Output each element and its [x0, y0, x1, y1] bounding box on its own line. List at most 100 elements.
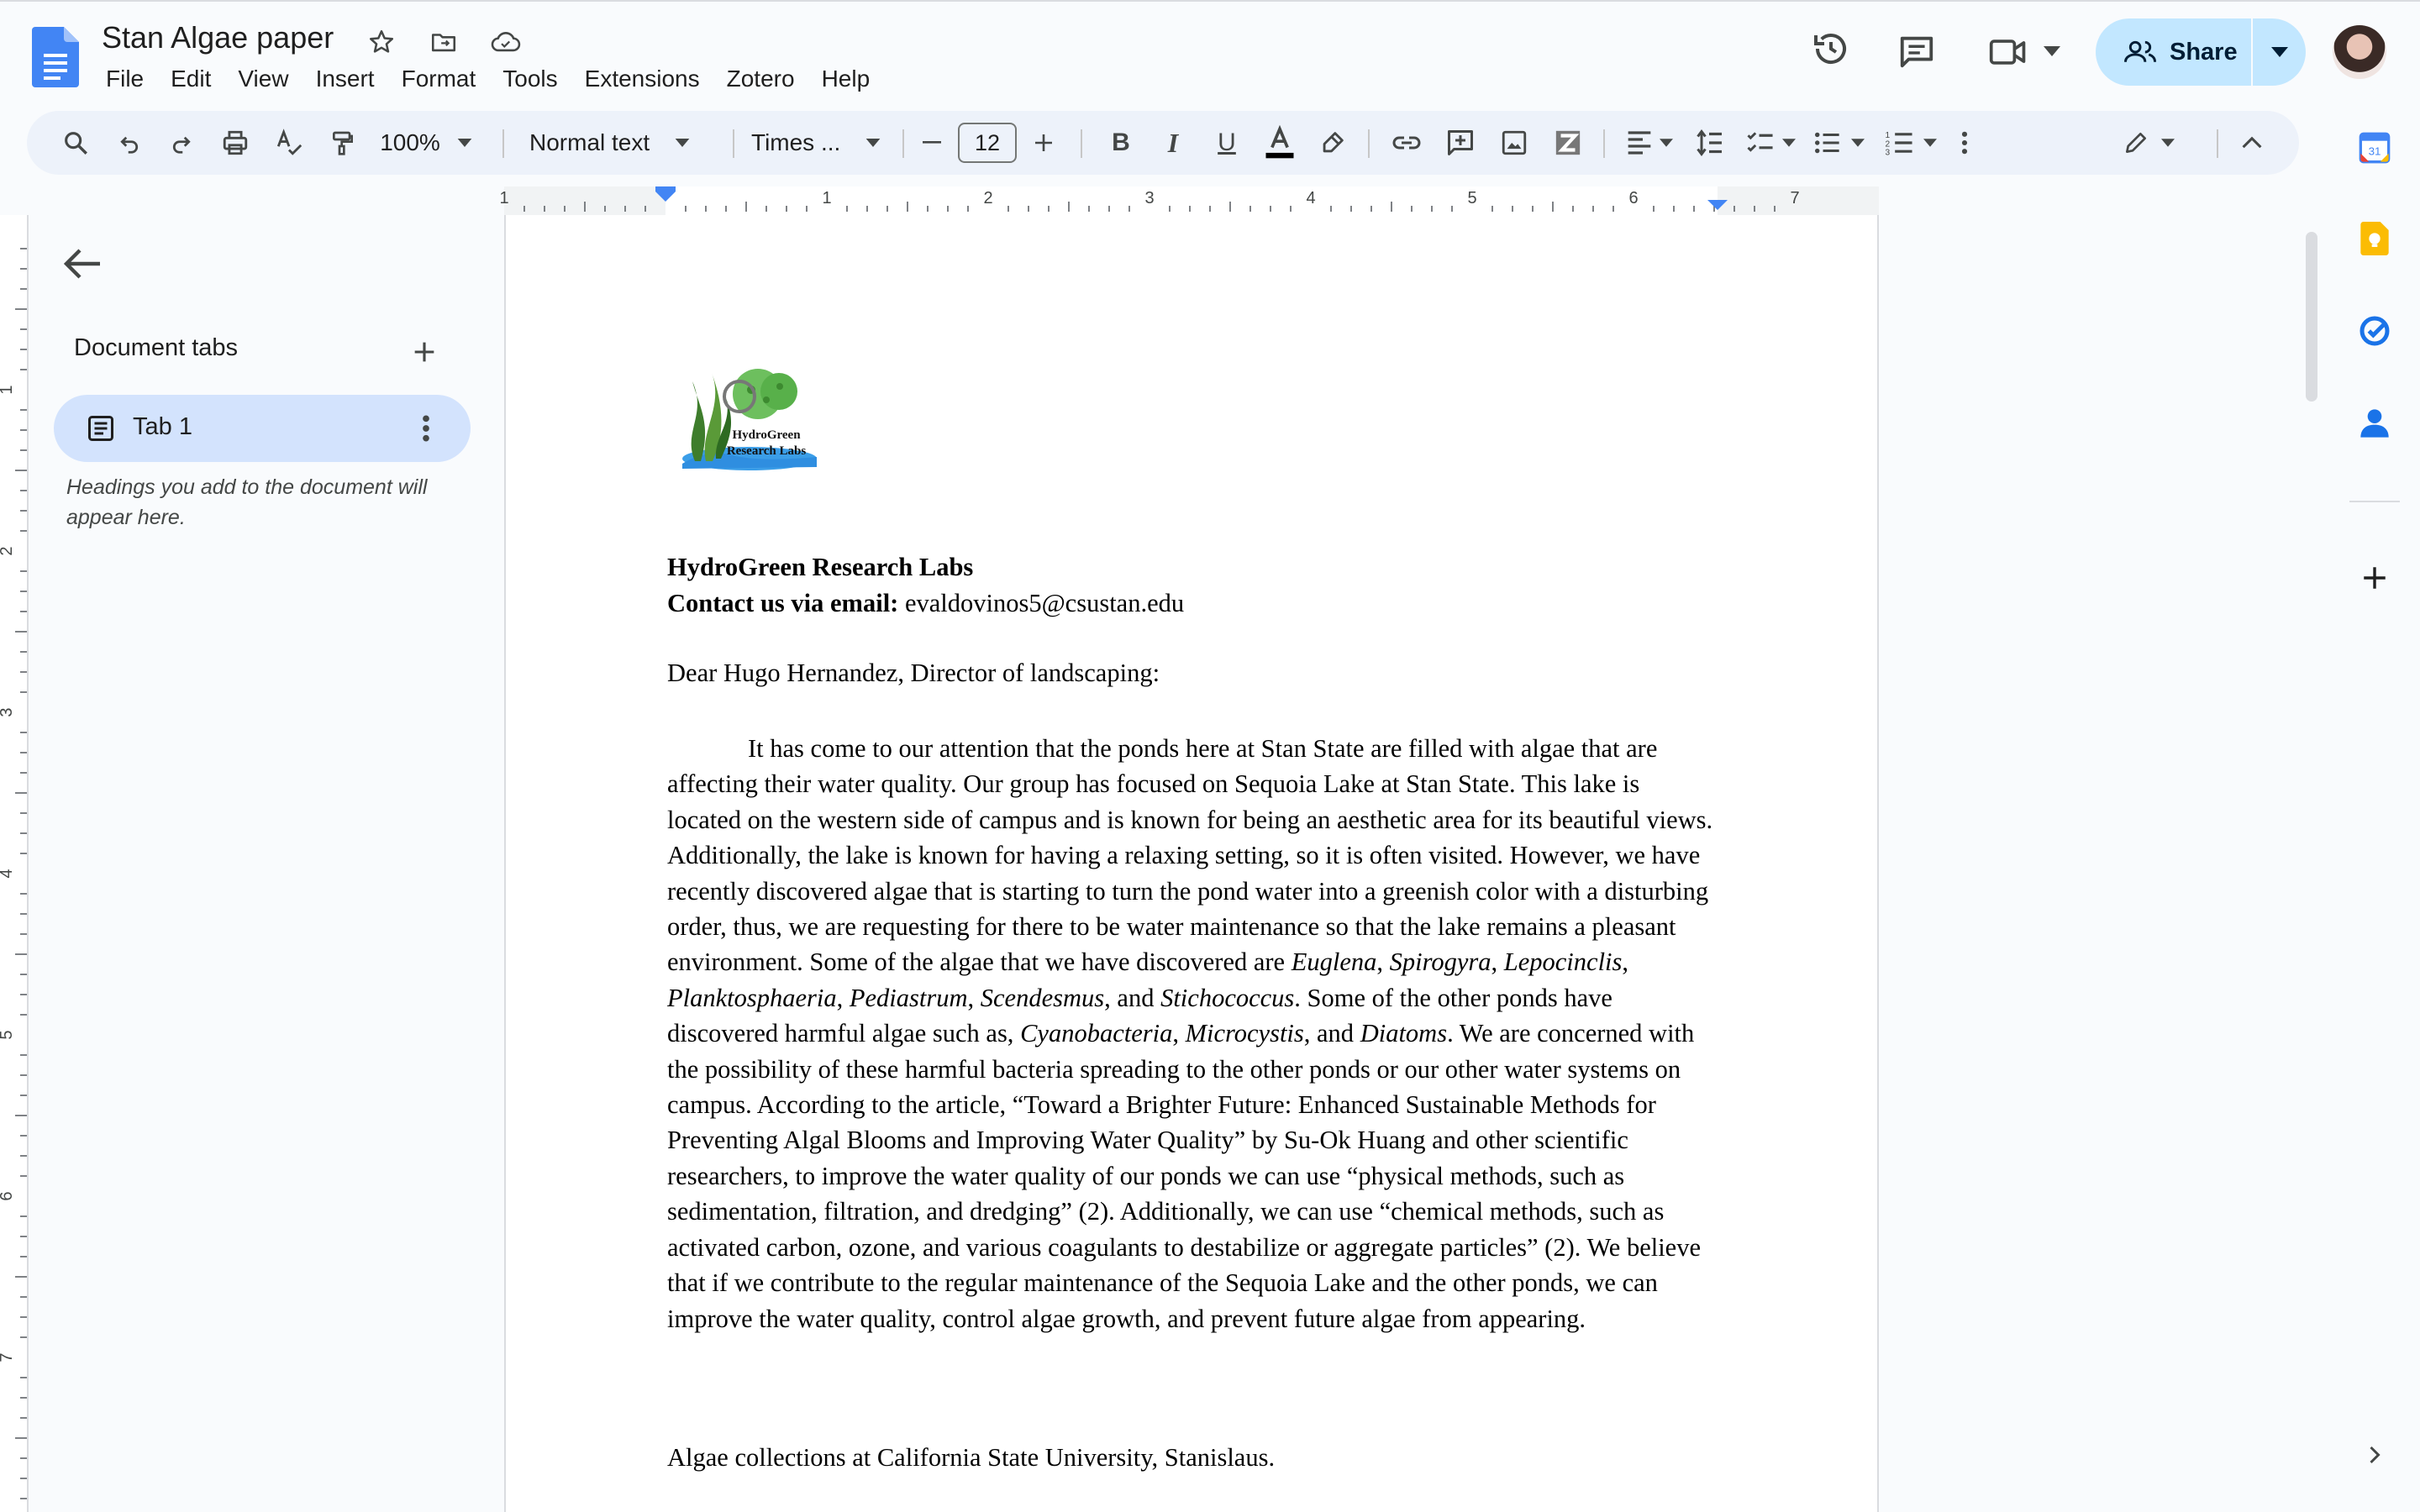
document-tabs-title: Document tabs: [74, 334, 239, 361]
zoom-value: 100%: [380, 129, 440, 155]
ruler-label: 4: [1306, 189, 1315, 207]
paragraph-text-1: It has come to our attention that the po…: [667, 734, 1713, 977]
undo-icon[interactable]: [109, 111, 150, 175]
comments-icon[interactable]: [1897, 32, 1936, 71]
menu-help[interactable]: Help: [808, 62, 884, 96]
tab-item-tab-1[interactable]: Tab 1: [54, 395, 471, 462]
menu-format[interactable]: Format: [388, 62, 490, 96]
insert-link-icon[interactable]: [1386, 111, 1427, 175]
search-menus-icon[interactable]: [55, 111, 96, 175]
panel-border: [27, 215, 29, 1512]
contact-email: evaldovinos5@csustan.edu: [898, 588, 1185, 617]
svg-text:Research Labs: Research Labs: [727, 444, 806, 458]
menu-file[interactable]: File: [92, 62, 157, 96]
people-icon: [2124, 40, 2156, 62]
version-history-icon[interactable]: [1811, 29, 1851, 69]
ruler-label: 1: [822, 189, 831, 207]
menu-zotero[interactable]: Zotero: [713, 62, 808, 96]
document-page[interactable]: HydroGreen Research Labs HydroGreen Rese…: [504, 215, 1879, 1512]
vertical-ruler[interactable]: 1 2 3 4 5 6 7: [0, 215, 29, 1512]
add-tab-icon[interactable]: [410, 338, 439, 366]
svg-text:3: 3: [1886, 149, 1891, 156]
menu-insert[interactable]: Insert: [302, 62, 388, 96]
ruler-label: 1: [0, 385, 16, 394]
zoom-select[interactable]: 100%: [380, 111, 472, 175]
docs-logo-icon[interactable]: [32, 27, 79, 87]
italic-icon[interactable]: I: [1153, 111, 1193, 175]
chevron-down-icon: [2161, 139, 2175, 147]
add-addon-icon[interactable]: [2356, 559, 2393, 596]
keep-icon[interactable]: [2356, 220, 2393, 257]
numbered-list-icon: 123: [1886, 131, 1912, 156]
paint-format-icon[interactable]: [323, 111, 363, 175]
tab-options-icon[interactable]: [422, 412, 430, 445]
app-header: Stan Algae paper File Edit View Insert F…: [0, 0, 2420, 108]
paragraph-text-3: . We are concerned with the possibility …: [667, 1019, 1702, 1333]
bulleted-list-select[interactable]: [1807, 111, 1870, 175]
expand-panel-icon[interactable]: [2356, 1436, 2393, 1473]
star-icon[interactable]: [363, 24, 400, 60]
ruler-label: 6: [1628, 189, 1638, 207]
section-heading: Algae collections at California State Un…: [667, 1443, 1276, 1472]
ruler-label: 6: [0, 1191, 16, 1200]
share-button[interactable]: Share: [2096, 18, 2251, 86]
numbered-list-select[interactable]: 123: [1879, 111, 1943, 175]
highlight-color-icon[interactable]: [1313, 111, 1353, 175]
back-arrow-icon[interactable]: [62, 247, 104, 281]
font-family-value: Times ...: [751, 129, 841, 155]
toolbar-divider: [2217, 129, 2218, 158]
print-icon[interactable]: [215, 111, 255, 175]
tasks-icon[interactable]: [2356, 312, 2393, 349]
increase-font-size-icon[interactable]: [1027, 111, 1060, 175]
zotero-icon[interactable]: [1548, 111, 1588, 175]
account-avatar[interactable]: [2333, 25, 2386, 79]
ruler-label: 2: [983, 189, 992, 207]
underline-icon[interactable]: U: [1207, 111, 1247, 175]
bold-icon[interactable]: B: [1101, 111, 1141, 175]
species-name: Planktosphaeria: [667, 983, 837, 1012]
menu-view[interactable]: View: [224, 62, 302, 96]
horizontal-ruler[interactable]: 1 1 2 3 4 5 6 7: [27, 186, 2299, 215]
meet-icon[interactable]: [1988, 35, 2028, 69]
chevron-down-icon: [1782, 139, 1796, 147]
svg-text:31: 31: [2369, 144, 2381, 157]
toolbar-divider: [1081, 129, 1082, 158]
font-size-input[interactable]: 12: [958, 123, 1017, 163]
editing-mode-select[interactable]: [2111, 111, 2186, 175]
calendar-icon[interactable]: 31: [2356, 129, 2393, 166]
more-options-icon[interactable]: [1948, 111, 1981, 175]
contacts-icon[interactable]: [2356, 405, 2393, 442]
share-options-button[interactable]: [2253, 18, 2306, 86]
chevron-down-icon: [457, 139, 472, 147]
add-comment-icon[interactable]: [1440, 111, 1481, 175]
toolbar-divider: [902, 129, 904, 158]
toolbar-divider: [1368, 129, 1370, 158]
ruler-label: 7: [0, 1352, 16, 1362]
document-title[interactable]: Stan Algae paper: [102, 20, 334, 55]
move-folder-icon[interactable]: [425, 24, 462, 60]
redo-icon[interactable]: [161, 111, 202, 175]
cloud-saved-icon[interactable]: [487, 24, 524, 60]
menu-bar: File Edit View Insert Format Tools Exten…: [92, 62, 883, 96]
formatting-toolbar: 100% Normal text Times ... 12 B I U 1 2 …: [27, 111, 2299, 175]
left-indent-marker[interactable]: [655, 186, 676, 192]
text-color-icon[interactable]: [1259, 111, 1301, 175]
menu-tools[interactable]: Tools: [489, 62, 571, 96]
font-family-select[interactable]: Times ...: [751, 111, 936, 175]
ruler-label: 5: [1467, 189, 1476, 207]
insert-image-icon[interactable]: [1494, 111, 1534, 175]
checklist-select[interactable]: [1741, 111, 1800, 175]
decrease-font-size-icon[interactable]: [918, 111, 946, 175]
svg-text:HydroGreen: HydroGreen: [732, 428, 801, 442]
hide-menus-icon[interactable]: [2232, 111, 2272, 175]
align-select[interactable]: [1620, 111, 1679, 175]
chevron-down-icon[interactable]: [2044, 45, 2060, 57]
menu-edit[interactable]: Edit: [157, 62, 224, 96]
spellcheck-icon[interactable]: [269, 111, 309, 175]
tabs-hint-text: Headings you add to the document will ap…: [66, 475, 428, 529]
vertical-scrollbar[interactable]: [2306, 232, 2317, 402]
menu-extensions[interactable]: Extensions: [571, 62, 713, 96]
ruler-label: 3: [1144, 189, 1154, 207]
line-spacing-icon[interactable]: [1689, 111, 1729, 175]
paragraph-style-select[interactable]: Normal text: [529, 111, 731, 175]
